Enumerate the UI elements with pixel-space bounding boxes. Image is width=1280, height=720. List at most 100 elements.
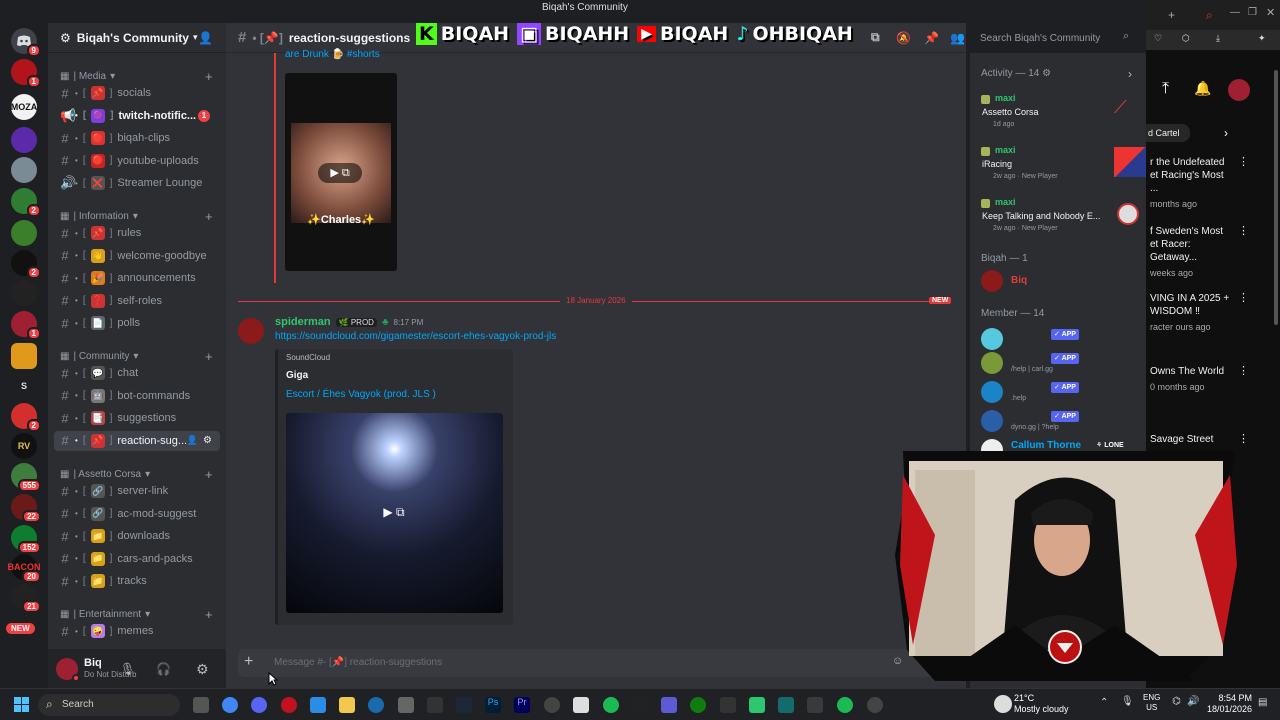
upload-icon[interactable]: ⤒ <box>1162 80 1169 98</box>
avatar[interactable] <box>1228 79 1250 101</box>
weather-widget[interactable]: 21°C Mostly cloudy <box>1014 693 1069 715</box>
member-name[interactable]: Biq <box>1011 275 1027 286</box>
video-item[interactable]: Owns The World 0 months ago ⋮ <box>1150 365 1270 394</box>
channel-item[interactable]: # •[📁] tracks <box>54 571 220 591</box>
gear-icon[interactable]: ⚙ <box>203 435 212 446</box>
activity-item[interactable]: maxi iRacing 2w ago · New Player <box>981 145 1146 181</box>
notification-icon[interactable]: ▤ <box>1258 697 1267 708</box>
mute-icon[interactable]: 🔕 <box>896 31 911 45</box>
message-author[interactable]: spiderman <box>275 316 331 328</box>
channel-item[interactable]: 📢 •[🟣] twitch-notific... 1 <box>54 106 220 126</box>
server-icon[interactable] <box>11 343 37 369</box>
channel-item[interactable]: # •[💬] chat <box>54 363 220 383</box>
bell-icon[interactable]: 🔔 <box>1194 80 1211 97</box>
server-icon[interactable]: 555 <box>11 463 41 492</box>
invite-icon[interactable]: 👤 <box>187 435 198 446</box>
activity-item[interactable]: maxi Assetto Corsa 1d ago ⟋ <box>981 93 1141 129</box>
discord-icon[interactable] <box>251 697 267 713</box>
add-attachment-icon[interactable]: + <box>244 653 253 671</box>
category-header[interactable]: ▦ | Assetto Corsa ▾ + <box>60 467 213 482</box>
category-header[interactable]: ▦ | Media ▾ + <box>60 69 213 84</box>
more-options-icon[interactable]: ⋮ <box>1238 292 1249 305</box>
server-icon[interactable]: 2 <box>11 188 41 217</box>
chevron-right-icon[interactable]: › <box>1128 67 1132 81</box>
spotify-icon[interactable] <box>837 697 853 713</box>
volume-icon[interactable]: 🔊 <box>1187 696 1199 707</box>
opera-icon[interactable] <box>281 697 297 713</box>
app-icon[interactable] <box>603 697 619 713</box>
play-icon[interactable]: ▶ ⧉ <box>374 505 414 523</box>
server-icon[interactable]: 2 <box>11 250 41 279</box>
app-icon[interactable] <box>661 697 677 713</box>
embed-title[interactable]: Escort / Éhes Vagyok (prod. JLS ) <box>286 389 436 400</box>
avatar[interactable] <box>56 658 80 682</box>
task-view-icon[interactable] <box>193 697 209 713</box>
channel-item[interactable]: # •[🎉] announcements <box>54 268 220 288</box>
server-icon[interactable]: S <box>11 373 37 399</box>
favorite-icon[interactable]: ♡ <box>1154 33 1162 44</box>
headphones-icon[interactable]: 🎧 <box>156 662 171 676</box>
windows-start-icon[interactable] <box>14 697 29 712</box>
activity-item[interactable]: maxi Keep Talking and Nobody E... 2w ago… <box>981 197 1141 233</box>
notepad-icon[interactable] <box>573 697 589 713</box>
server-icon[interactable] <box>11 280 37 306</box>
ai-icon[interactable]: ✦ <box>1258 33 1266 44</box>
discord-home-icon[interactable]: 9 <box>11 28 41 57</box>
server-icon[interactable] <box>11 127 37 153</box>
channel-item[interactable]: # •[📌] reaction-sug... 👤 ⚙ <box>54 430 220 451</box>
server-icon[interactable]: 22 <box>11 494 41 523</box>
download-icon[interactable]: ⤓ <box>1216 33 1220 44</box>
clock[interactable]: 8:54 PM 18/01/2026 <box>1206 693 1252 715</box>
new-tab-icon[interactable]: + <box>1168 8 1175 22</box>
channel-item[interactable]: # •[🤖] bot-commands <box>54 386 220 406</box>
app-icon[interactable] <box>398 697 414 713</box>
video-item[interactable]: f Sweden's Most et Racer: Getaway... week… <box>1150 225 1270 280</box>
search-icon[interactable]: ⌕ <box>1206 8 1213 23</box>
minimize-icon[interactable]: — <box>1230 7 1240 18</box>
app-icon[interactable] <box>807 697 823 713</box>
steam-icon[interactable] <box>456 697 472 713</box>
previous-embed-title[interactable]: are Drunk 🍺 #shorts <box>285 49 380 60</box>
server-icon[interactable]: MOZA <box>11 94 37 120</box>
server-icon[interactable]: BACON 20 <box>8 554 41 583</box>
app-icon[interactable] <box>632 697 648 713</box>
avatar[interactable] <box>238 318 264 344</box>
search-input[interactable]: Search Biqah's Community <box>974 29 1134 48</box>
channel-item[interactable]: # •[🔗] server-link <box>54 481 220 501</box>
chrome-icon[interactable] <box>222 697 238 713</box>
obs-icon[interactable] <box>544 697 560 713</box>
channel-item[interactable]: # •[📌] rules <box>54 223 220 243</box>
app-icon[interactable] <box>368 697 384 713</box>
network-icon[interactable]: ⌬ <box>1172 696 1181 707</box>
avatar[interactable] <box>981 270 1003 292</box>
app-icon[interactable] <box>427 697 443 713</box>
more-options-icon[interactable]: ⋮ <box>1238 225 1249 238</box>
category-header[interactable]: ▦ | Entertainment ▾ + <box>60 607 213 622</box>
video-item[interactable]: VING IN A 2025 + WISDOM ‼ racter ours ago… <box>1150 292 1270 334</box>
more-options-icon[interactable]: ⋮ <box>1238 156 1249 169</box>
channel-item[interactable]: # •[📑] suggestions <box>54 408 220 428</box>
member-list-icon[interactable]: 👥 <box>950 31 965 45</box>
server-icon[interactable]: 1 <box>11 311 41 340</box>
server-icon[interactable]: RV <box>11 433 37 459</box>
scrollbar[interactable] <box>1274 70 1278 325</box>
embed-artwork[interactable]: ▶ ⧉ <box>286 413 503 613</box>
server-icon[interactable] <box>11 157 37 183</box>
message-link[interactable]: https://soundcloud.com/gigamester/escort… <box>275 331 556 342</box>
language-indicator[interactable]: ENG US <box>1143 693 1160 713</box>
microphone-icon[interactable]: 🎙 <box>120 662 135 676</box>
server-header[interactable]: ⚙ Biqah's Community ▾ 👤 <box>48 23 226 53</box>
microphone-icon[interactable]: 🎙 <box>1121 696 1134 707</box>
server-icon[interactable]: 1 <box>11 59 41 88</box>
previous-video-thumbnail[interactable]: ✨Charles✨ ▶ ⧉ <box>285 73 397 271</box>
channel-item[interactable]: # •[📁] cars-and-packs <box>54 549 220 569</box>
channel-item[interactable]: # •[🔗] ac-mod-suggest <box>54 504 220 524</box>
channel-item[interactable]: # •[📁] downloads <box>54 526 220 546</box>
channel-item[interactable]: # •[📄] polls <box>54 313 220 333</box>
server-icon[interactable] <box>11 220 37 246</box>
chip[interactable]: d Cartel <box>1146 124 1190 142</box>
chevron-right-icon[interactable]: › <box>1224 126 1228 140</box>
chevron-up-icon[interactable]: ⌃ <box>1100 697 1108 708</box>
channel-item[interactable]: # •[🤪] memes <box>54 621 220 641</box>
threads-icon[interactable]: ⧉ <box>871 30 880 45</box>
